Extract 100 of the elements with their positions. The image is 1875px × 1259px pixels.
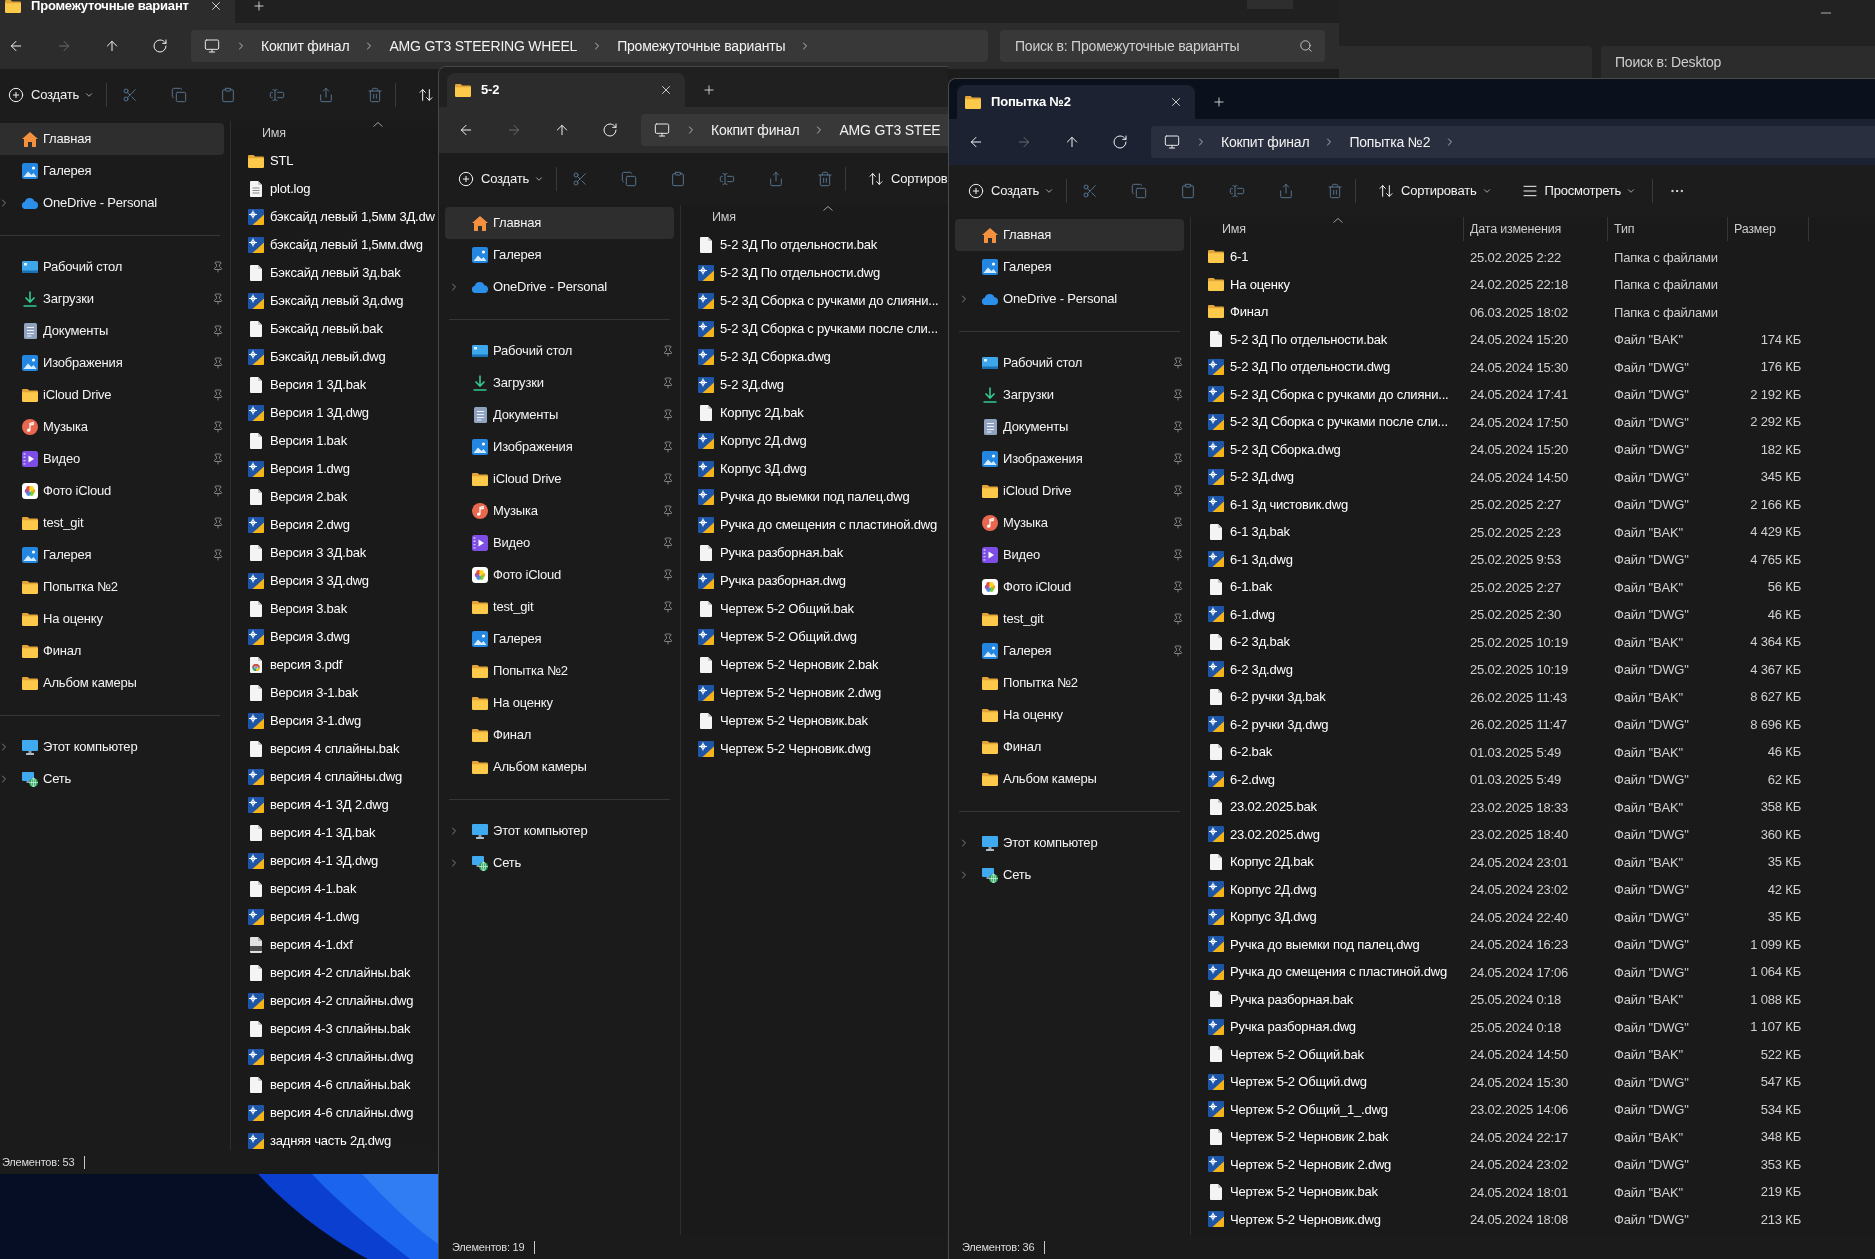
- refresh-icon[interactable]: [152, 38, 168, 54]
- create-button[interactable]: Создать: [8, 85, 94, 105]
- file-name[interactable]: Бэксайд левый 3д.dwg: [270, 291, 404, 311]
- search-icon[interactable]: [1299, 39, 1313, 53]
- breadcrumb-item[interactable]: Кокпит финал: [256, 35, 381, 57]
- file-name[interactable]: Ручка до выемки под палец.dwg: [720, 487, 910, 507]
- file-name[interactable]: версия 4-3 сплайны.dwg: [270, 1047, 414, 1067]
- file-name[interactable]: Версия 3.dwg: [270, 627, 350, 647]
- sidebar-item[interactable]: Музыка: [955, 507, 1184, 539]
- file-name[interactable]: Чертеж 5-2 Черновик.dwg: [720, 739, 871, 759]
- tab[interactable]: Попытка №2: [957, 85, 1195, 119]
- file-name[interactable]: 5-2 3Д.dwg: [1230, 467, 1294, 487]
- file-name[interactable]: Ручка разборная.bak: [720, 543, 843, 563]
- sidebar-item[interactable]: Изображения: [445, 431, 674, 463]
- file-name[interactable]: Версия 3.bak: [270, 599, 347, 619]
- file-name[interactable]: Ручка до смещения с пластиной.dwg: [1230, 962, 1447, 982]
- file-name[interactable]: версия 4-6 сплайны.bak: [270, 1075, 411, 1095]
- file-name[interactable]: 5-2 3Д Сборка с ручками после сли...: [720, 319, 938, 339]
- file-name[interactable]: 23.02.2025.bak: [1230, 797, 1317, 817]
- column-header[interactable]: Дата изменения: [1464, 217, 1608, 241]
- sidebar-item[interactable]: На оценку: [0, 603, 224, 635]
- file-name[interactable]: Версия 1 3Д.bak: [270, 375, 366, 395]
- sidebar-item[interactable]: На оценку: [955, 699, 1184, 731]
- sidebar-item[interactable]: OneDrive - Personal: [0, 187, 224, 219]
- file-name[interactable]: 5-2 3Д Сборка с ручками до слияни...: [1230, 384, 1449, 404]
- file-name[interactable]: Чертеж 5-2 Общий.dwg: [1230, 1072, 1367, 1092]
- file-name[interactable]: версия 4-1.dwg: [270, 907, 360, 927]
- file-name[interactable]: Чертеж 5-2 Черновик.bak: [720, 711, 868, 731]
- sidebar-item[interactable]: Видео: [0, 443, 224, 475]
- close-icon[interactable]: [1169, 95, 1183, 109]
- file-name[interactable]: Чертеж 5-2 Общий.dwg: [720, 627, 857, 647]
- sidebar-item[interactable]: Галерея: [955, 251, 1184, 283]
- file-name[interactable]: 23.02.2025.dwg: [1230, 824, 1320, 844]
- file-name[interactable]: 6-2.bak: [1230, 742, 1272, 762]
- file-name[interactable]: 6-1 3д.bak: [1230, 522, 1290, 542]
- file-name[interactable]: версия 4-2 сплайны.bak: [270, 963, 411, 983]
- file-name[interactable]: бэксайд левый 1,5мм.dwg: [270, 235, 423, 255]
- file-name[interactable]: 6-1: [1230, 247, 1249, 267]
- sidebar-item[interactable]: Сеть: [445, 847, 674, 879]
- back-icon[interactable]: [968, 134, 984, 150]
- refresh-icon[interactable]: [602, 122, 618, 138]
- breadcrumb-item[interactable]: Попытка №2: [1344, 131, 1462, 153]
- file-name[interactable]: версия 3.pdf: [270, 655, 343, 675]
- file-name[interactable]: Бэксайд левый.bak: [270, 319, 383, 339]
- create-button[interactable]: Создать: [968, 181, 1054, 201]
- sidebar-item[interactable]: OneDrive - Personal: [445, 271, 674, 303]
- file-name[interactable]: 5-2 3Д.dwg: [720, 375, 784, 395]
- sidebar-item[interactable]: Рабочий стол: [445, 335, 674, 367]
- sidebar-item[interactable]: Фото iCloud: [445, 559, 674, 591]
- sidebar-item[interactable]: Галерея: [445, 239, 674, 271]
- sidebar-item[interactable]: Главная: [445, 207, 674, 239]
- sidebar-item[interactable]: Этот компьютер: [0, 731, 224, 763]
- sidebar-item[interactable]: Загрузки: [445, 367, 674, 399]
- file-name[interactable]: Корпус 2Д.bak: [720, 403, 804, 423]
- file-name[interactable]: 5-2 3Д По отдельности.bak: [720, 235, 878, 255]
- new-tab-icon[interactable]: [1212, 95, 1226, 109]
- file-name[interactable]: 5-2 3Д Сборка с ручками до слияни...: [720, 291, 939, 311]
- file-name[interactable]: Версия 2.dwg: [270, 515, 350, 535]
- sidebar-item[interactable]: Галерея: [955, 635, 1184, 667]
- sidebar-item[interactable]: Изображения: [0, 347, 224, 379]
- file-name[interactable]: Ручка разборная.bak: [1230, 989, 1353, 1009]
- search-field[interactable]: Поиск в: Промежуточные варианты: [1000, 30, 1325, 62]
- new-tab-icon[interactable]: [252, 0, 266, 13]
- sidebar-item[interactable]: На оценку: [445, 687, 674, 719]
- sidebar-item[interactable]: Загрузки: [0, 283, 224, 315]
- file-name[interactable]: Чертеж 5-2 Черновик.dwg: [1230, 1209, 1381, 1229]
- sidebar-item[interactable]: Главная: [955, 219, 1184, 251]
- sidebar-item[interactable]: Документы: [955, 411, 1184, 443]
- sidebar-item[interactable]: Попытка №2: [0, 571, 224, 603]
- file-name[interactable]: Чертеж 5-2 Черновик.bak: [1230, 1182, 1378, 1202]
- file-name[interactable]: Корпус 2Д.bak: [1230, 852, 1314, 872]
- breadcrumb-item[interactable]: AMG GT3 STEE: [834, 119, 946, 141]
- sidebar-item[interactable]: OneDrive - Personal: [955, 283, 1184, 315]
- sidebar-item[interactable]: Альбом камеры: [0, 667, 224, 699]
- file-name[interactable]: 6-1 3д чистовик.dwg: [1230, 494, 1348, 514]
- sidebar-item[interactable]: Альбом камеры: [445, 751, 674, 783]
- file-name[interactable]: версия 4-1.dxf: [270, 935, 353, 955]
- file-name[interactable]: Чертеж 5-2 Черновик 2.bak: [1230, 1127, 1389, 1147]
- file-name[interactable]: 5-2 3Д По отдельности.bak: [1230, 329, 1388, 349]
- file-name[interactable]: Версия 1 3Д.dwg: [270, 403, 369, 423]
- address-bar[interactable]: Кокпит финал AMG GT3 STEERING WHEEL Промежуточные варианты: [191, 30, 988, 62]
- sidebar-item[interactable]: iCloud Drive: [955, 475, 1184, 507]
- file-name[interactable]: 5-2 3Д По отдельности.dwg: [1230, 357, 1391, 377]
- file-name[interactable]: Корпус 2Д.dwg: [720, 431, 807, 451]
- file-name[interactable]: версия 4 сплайны.dwg: [270, 767, 403, 787]
- file-name[interactable]: Версия 2.bak: [270, 487, 347, 507]
- file-name[interactable]: Чертеж 5-2 Черновик 2.dwg: [1230, 1154, 1392, 1174]
- sidebar-item[interactable]: Изображения: [955, 443, 1184, 475]
- file-name[interactable]: Бэксайд левый.dwg: [270, 347, 386, 367]
- sort-button[interactable]: Сортиров: [868, 169, 948, 189]
- file-name[interactable]: версия 4-1 3Д.dwg: [270, 851, 379, 871]
- file-name[interactable]: Чертеж 5-2 Черновик 2.dwg: [720, 683, 882, 703]
- sidebar-item[interactable]: Альбом камеры: [955, 763, 1184, 795]
- sidebar-item[interactable]: Этот компьютер: [955, 827, 1184, 859]
- file-name[interactable]: Ручка до выемки под палец.dwg: [1230, 934, 1420, 954]
- sidebar-item[interactable]: test_git: [0, 507, 224, 539]
- file-name[interactable]: Чертеж 5-2 Черновик 2.bak: [720, 655, 879, 675]
- file-name[interactable]: Финал: [1230, 302, 1269, 322]
- create-button[interactable]: Создать: [458, 169, 544, 189]
- file-name[interactable]: версия 4-3 сплайны.bak: [270, 1019, 411, 1039]
